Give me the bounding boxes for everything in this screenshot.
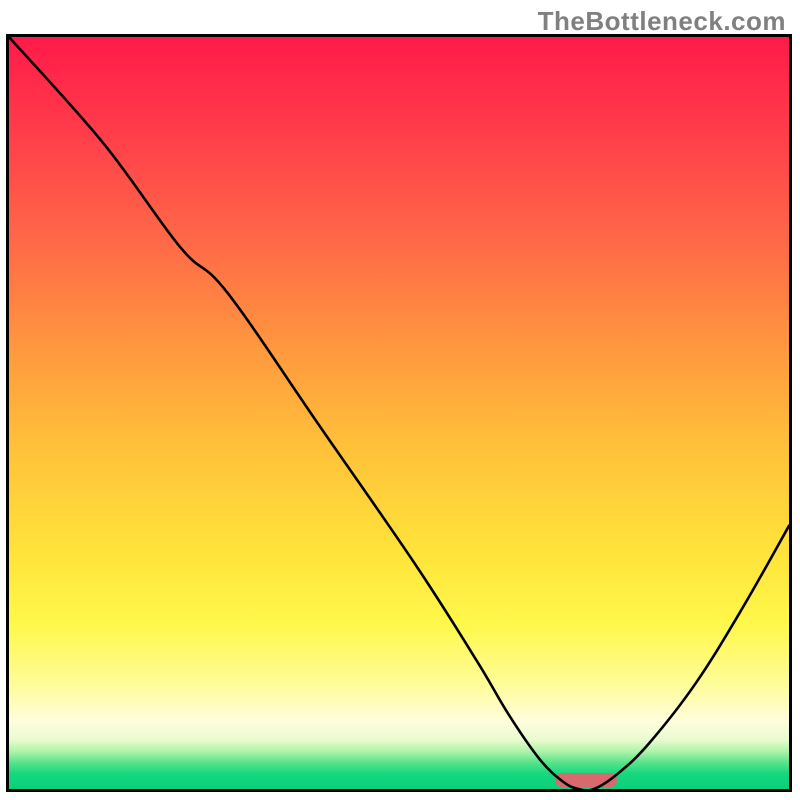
bottleneck-curve <box>9 37 789 789</box>
curve-path <box>9 37 789 789</box>
chart-stage: TheBottleneck.com <box>0 0 800 800</box>
plot-frame <box>6 34 792 792</box>
watermark-text: TheBottleneck.com <box>538 6 786 37</box>
